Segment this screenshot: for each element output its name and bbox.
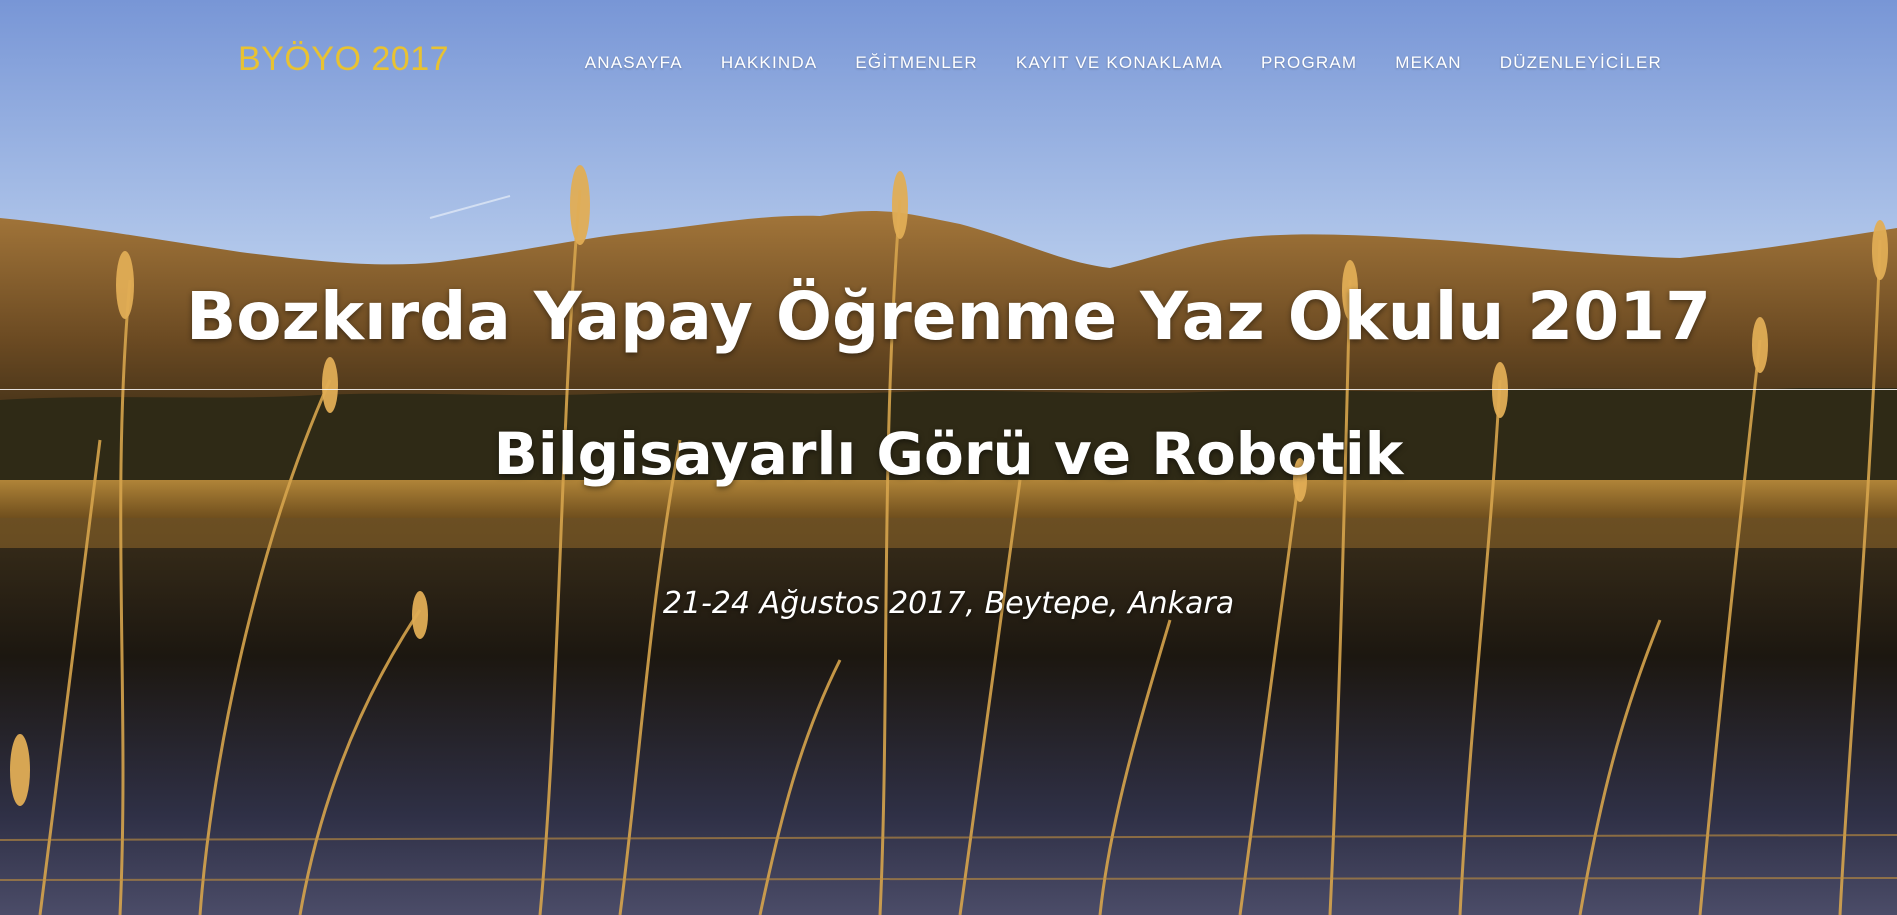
nav-item-hakkinda: HAKKINDA [702, 53, 837, 73]
nav-link-program[interactable]: PROGRAM [1242, 53, 1376, 73]
main-nav: ANASAYFA HAKKINDA EĞİTMENLER KAYIT VE KO… [566, 53, 1662, 73]
nav-link-kayit-ve-konaklama[interactable]: KAYIT VE KONAKLAMA [997, 53, 1242, 73]
hero-divider [0, 389, 1897, 390]
nav-link-duzenleyiciler[interactable]: DÜZENLEYİCİLER [1481, 53, 1662, 73]
hero-subtitle: Bilgisayarlı Görü ve Robotik [493, 420, 1404, 488]
top-navbar: BYÖYO 2017 ANASAYFA HAKKINDA EĞİTMENLER … [0, 0, 1897, 125]
nav-item-kayit: KAYIT VE KONAKLAMA [997, 53, 1242, 73]
nav-link-hakkinda[interactable]: HAKKINDA [702, 53, 837, 73]
nav-item-program: PROGRAM [1242, 53, 1376, 73]
nav-item-duzenleyiciler: DÜZENLEYİCİLER [1481, 53, 1662, 73]
nav-item-egitmenler: EĞİTMENLER [836, 53, 997, 73]
hero-dateline: 21-24 Ağustos 2017, Beytepe, Ankara [662, 586, 1235, 621]
nav-item-mekan: MEKAN [1376, 53, 1480, 73]
nav-link-mekan[interactable]: MEKAN [1376, 53, 1480, 73]
hero-title: Bozkırda Yapay Öğrenme Yaz Okulu 2017 [186, 278, 1711, 355]
nav-link-egitmenler[interactable]: EĞİTMENLER [836, 53, 997, 73]
nav-link-anasayfa[interactable]: ANASAYFA [566, 53, 702, 73]
brand-logo-link[interactable]: BYÖYO 2017 [238, 40, 449, 79]
hero-section: BYÖYO 2017 ANASAYFA HAKKINDA EĞİTMENLER … [0, 0, 1897, 915]
nav-item-anasayfa: ANASAYFA [566, 53, 702, 73]
